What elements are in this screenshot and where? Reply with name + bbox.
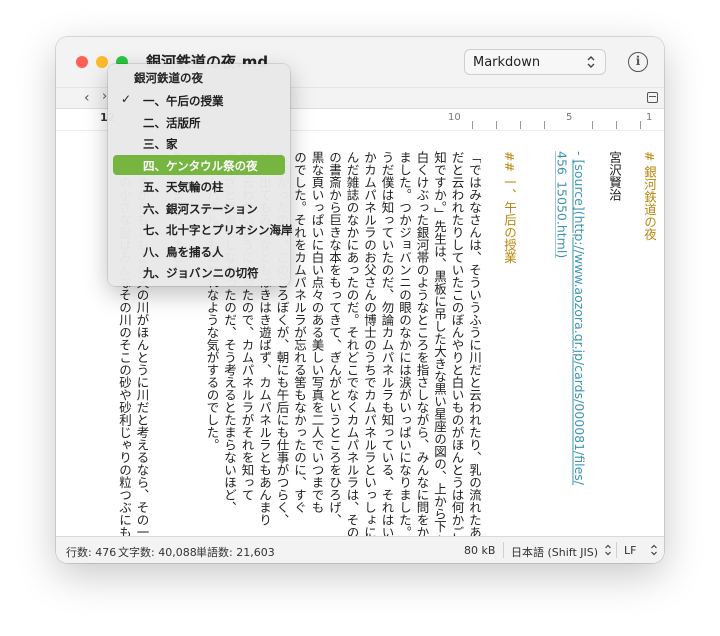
text-line: だと云われたりしていたこのぼんやりと白いものがほんとうは何かご承 [449, 151, 464, 536]
text-line: の書斎から巨きな本をもってきて、ぎんがというところをひろげ、 [327, 151, 341, 526]
chevron-left-icon[interactable]: ‹ [84, 90, 90, 106]
syntax-label: Markdown [473, 55, 541, 70]
ruler-tick [640, 121, 641, 129]
syntax-popup-button[interactable]: Markdown [464, 49, 606, 75]
text-line: ました。つかジョバンニの眼のなかには涙がいっぱいになりました。 [397, 151, 411, 536]
outline-menu-item-label: 八、鳥を捕る人 [143, 244, 224, 259]
chevron-updown-icon [587, 56, 595, 68]
outline-menu-item[interactable]: 九、ジョバンニの切符 [113, 262, 285, 282]
chevron-right-icon[interactable]: › [102, 89, 107, 104]
heading-line: ## 一、午后の授業 [502, 151, 516, 264]
source-link[interactable]: [source](http://www.aozora.gr.jp/cards/0… [572, 159, 586, 485]
file-size: 80 kB [464, 544, 496, 557]
split-editor-icon[interactable] [647, 92, 658, 103]
divider [616, 542, 617, 558]
char-count: 文字数: 40,088 [118, 546, 197, 559]
outline-menu-item-label: 七、北十字とプリオシン海岸 [143, 223, 293, 237]
outline-menu-item[interactable]: 四、ケンタウル祭の夜 [113, 154, 285, 175]
chevron-updown-icon[interactable] [650, 543, 658, 557]
outline-menu[interactable]: 銀河鉄道の夜 ✓ 一、午后の授業 二、活版所三、家四、ケンタウル祭の夜 五、天気輪の柱… [108, 64, 293, 286]
ruler-tick [616, 121, 617, 129]
text-line: 宮沢賢治 [607, 151, 621, 201]
outline-menu-item-label: 四、ケンタウル祭の夜 [143, 158, 258, 173]
outline-menu-item-label: 五、天気輪の柱 [143, 180, 224, 194]
ruler-tick [520, 121, 521, 129]
line-ending-popup[interactable]: LF [624, 544, 636, 557]
line-count: 行数: 476 [66, 546, 117, 559]
outline-menu-item-label: 九、ジョバンニの切符 [143, 266, 259, 280]
encoding-popup[interactable]: 日本語 (Shift JIS) [511, 544, 598, 560]
outline-menu-item[interactable]: 八、鳥を捕る人 [113, 241, 285, 261]
divider [503, 542, 504, 558]
outline-menu-item-label: 二、活版所 [143, 115, 201, 130]
outline-menu-item[interactable]: ✓ 一、午后の授業 [113, 90, 285, 110]
text-line: かカムパネルラのお父さんの博士のうちでカムパネルラといっしょに読 [362, 151, 376, 536]
minimize-window-button[interactable] [96, 56, 108, 68]
outline-menu-item-label: 一、午后の授業 [143, 94, 224, 108]
text-line: うだ僕は知っていたのだ、勿論カムパネルラも知っている、それはいつ [379, 151, 394, 536]
outline-menu-item-label: 三、家 [143, 137, 178, 151]
heading-line: # 銀河鉄道の夜 [642, 151, 656, 241]
link-line: - [source](http://www.aozora.gr.jp/cards… [572, 151, 586, 536]
close-window-button[interactable] [76, 56, 88, 68]
ruler-tick [592, 121, 593, 129]
text-line: 白くけぶった銀河帯のようなところを指さしながら、みんなに問をかけ [414, 151, 429, 536]
ruler-label: 5 [566, 112, 573, 123]
outline-menu-item[interactable]: 二、活版所 [113, 112, 285, 132]
outline-menu-item[interactable]: 七、北十字とプリオシン海岸 [113, 219, 293, 239]
text-line: 知ですか。」先生は、黒板に吊した大きな黒い星座の図の、上から下へ [432, 151, 446, 536]
checkmark-icon: ✓ [121, 92, 132, 106]
ruler-tick [544, 121, 545, 129]
text-line: のでした。それをカムパネルラが忘れる筈もなかったのに、すぐ [292, 151, 306, 514]
outline-menu-item[interactable]: 五、天気輪の柱 [113, 176, 285, 196]
text-line: んだ雑誌のなかにあったのだ。それどこでなくカムパネルラは、その雑 [344, 151, 359, 536]
outline-menu-item-label: 六、銀河ステーション [143, 201, 258, 216]
text-line: 「ではみなさんは、そういうふうに川だと云われたり、乳の流れたあと [467, 151, 481, 536]
word-count: 単語数: 21,603 [196, 546, 275, 559]
text-line: 黒な頁いっぱいに白い点々のある美しい写真を二人でいつまでも [309, 151, 324, 514]
info-icon[interactable]: i [628, 52, 648, 72]
ruler-label: 1 [646, 112, 653, 123]
chevron-updown-icon[interactable] [604, 543, 612, 557]
ruler-label: 10 [448, 112, 461, 123]
ruler-tick [472, 121, 473, 129]
ruler-tick [496, 121, 497, 129]
outline-menu-item[interactable]: 三、家 [113, 133, 285, 153]
outline-menu-item[interactable]: 六、銀河ステーション [113, 198, 285, 218]
status-bar: 行数: 476 文字数: 40,088 単語数: 21,603 80 kB 日本… [56, 536, 664, 563]
outline-menu-header: 銀河鉄道の夜 [134, 71, 203, 85]
link-line[interactable]: 456_15050.html) [555, 151, 569, 536]
